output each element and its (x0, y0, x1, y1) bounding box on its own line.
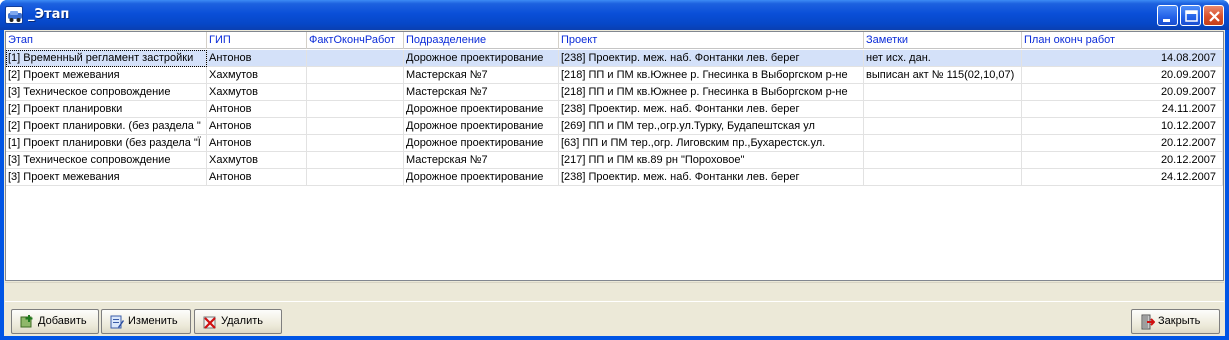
cell-gip[interactable]: Хахмутов (207, 84, 307, 101)
window-title: _Этап (28, 7, 70, 22)
cell-gip[interactable]: Антонов (207, 135, 307, 152)
cell-project[interactable]: [238] Проектир. меж. наб. Фонтанки лев. … (559, 50, 864, 67)
close-button[interactable]: Закрыть (1131, 309, 1220, 334)
cell-stage[interactable]: [2] Проект межевания (6, 67, 207, 84)
data-grid[interactable]: Этап ГИП ФактОкончРабот Подразделение Пр… (5, 31, 1224, 281)
cell-stage[interactable]: [2] Проект планировки (6, 101, 207, 118)
column-header-fact-end[interactable]: ФактОкончРабот (307, 32, 404, 49)
cell-notes[interactable] (864, 84, 1022, 101)
cell-plan-end[interactable]: 20.12.2007 (1022, 135, 1223, 152)
app-icon[interactable] (5, 6, 23, 24)
cell-gip[interactable]: Антонов (207, 118, 307, 135)
cell-department[interactable]: Мастерская №7 (404, 152, 559, 169)
cell-project[interactable]: [269] ПП и ПМ тер.,огр.ул.Турку, Будапеш… (559, 118, 864, 135)
cell-notes[interactable] (864, 101, 1022, 118)
cell-project[interactable]: [217] ПП и ПМ кв.89 рн "Пороховое" (559, 152, 864, 169)
cell-project[interactable]: [218] ПП и ПМ кв.Южнее р. Гнесинка в Выб… (559, 67, 864, 84)
window: _Этап Этап ГИП ФактОкончРабот Подразделе (0, 0, 1229, 340)
edit-record-icon (110, 315, 124, 329)
cell-project[interactable]: [238] Проектир. меж. наб. Фонтанки лев. … (559, 101, 864, 118)
cell-project[interactable]: [238] Проектир. меж. наб. Фонтанки лев. … (559, 169, 864, 186)
cell-stage[interactable]: [3] Проект межевания (6, 169, 207, 186)
cell-gip[interactable]: Антонов (207, 50, 307, 67)
column-header-stage[interactable]: Этап (6, 32, 207, 49)
cell-gip[interactable]: Хахмутов (207, 152, 307, 169)
cell-department[interactable]: Дорожное проектирование (404, 169, 559, 186)
delete-record-icon (203, 316, 216, 329)
table-row[interactable]: [3] Техническое сопровождение Хахмутов М… (6, 84, 1223, 101)
cell-project[interactable]: [63] ПП и ПМ тер.,огр. Лиговским пр.,Бух… (559, 135, 864, 152)
table-row[interactable]: [1] Проект планировки (без раздела "Ї Ан… (6, 135, 1223, 152)
cell-plan-end[interactable]: 20.12.2007 (1022, 152, 1223, 169)
cell-plan-end[interactable]: 14.08.2007 (1022, 50, 1223, 67)
edit-button[interactable]: Изменить (101, 309, 191, 334)
cell-gip[interactable]: Хахмутов (207, 67, 307, 84)
cell-department[interactable]: Мастерская №7 (404, 84, 559, 101)
cell-notes[interactable] (864, 169, 1022, 186)
cell-notes[interactable] (864, 152, 1022, 169)
cell-stage[interactable]: [3] Техническое сопровождение (6, 152, 207, 169)
cell-fact-end[interactable] (307, 169, 404, 186)
cell-department[interactable]: Дорожное проектирование (404, 135, 559, 152)
add-button[interactable]: Добавить (11, 309, 99, 334)
cell-fact-end[interactable] (307, 50, 404, 67)
cell-department[interactable]: Дорожное проектирование (404, 118, 559, 135)
cell-fact-end[interactable] (307, 152, 404, 169)
cell-fact-end[interactable] (307, 118, 404, 135)
cell-project[interactable]: [218] ПП и ПМ кв.Южнее р. Гнесинка в Выб… (559, 84, 864, 101)
cell-plan-end[interactable]: 24.12.2007 (1022, 169, 1223, 186)
cell-stage[interactable]: [3] Техническое сопровождение (6, 84, 207, 101)
cell-fact-end[interactable] (307, 84, 404, 101)
cell-fact-end[interactable] (307, 67, 404, 84)
title-bar[interactable]: _Этап (0, 0, 1229, 30)
column-header-department[interactable]: Подразделение (404, 32, 559, 49)
cell-department[interactable]: Дорожное проектирование (404, 50, 559, 67)
column-header-plan-end[interactable]: План оконч работ (1022, 32, 1223, 49)
column-header-project[interactable]: Проект (559, 32, 864, 49)
column-header-notes[interactable]: Заметки (864, 32, 1022, 49)
grid-header: Этап ГИП ФактОкончРабот Подразделение Пр… (6, 32, 1223, 49)
cell-fact-end[interactable] (307, 101, 404, 118)
cell-notes[interactable] (864, 135, 1022, 152)
cell-plan-end[interactable]: 10.12.2007 (1022, 118, 1223, 135)
exit-door-icon (1141, 314, 1155, 330)
table-row[interactable]: [2] Проект межевания Хахмутов Мастерская… (6, 67, 1223, 84)
cell-department[interactable]: Мастерская №7 (404, 67, 559, 84)
add-button-label: Добавить (38, 315, 87, 327)
edit-button-label: Изменить (128, 315, 178, 327)
cell-gip[interactable]: Антонов (207, 101, 307, 118)
minimize-icon (1163, 19, 1170, 22)
cell-stage[interactable]: [2] Проект планировки. (без раздела " (6, 118, 207, 135)
delete-button[interactable]: Удалить (194, 309, 282, 334)
table-row[interactable]: [2] Проект планировки. (без раздела " Ан… (6, 118, 1223, 135)
close-icon (1209, 11, 1220, 22)
table-row[interactable]: [3] Проект межевания Антонов Дорожное пр… (6, 169, 1223, 186)
table-row[interactable]: [1] Временный регламент застройки Антоно… (6, 50, 1223, 67)
cell-plan-end[interactable]: 20.09.2007 (1022, 84, 1223, 101)
cell-stage[interactable]: [1] Временный регламент застройки (6, 50, 207, 67)
cell-notes[interactable]: нет исх. дан. (864, 50, 1022, 67)
delete-button-label: Удалить (221, 315, 263, 327)
column-header-gip[interactable]: ГИП (207, 32, 307, 49)
close-button-label: Закрыть (1158, 315, 1201, 327)
cell-stage[interactable]: [1] Проект планировки (без раздела "Ї (6, 135, 207, 152)
cell-fact-end[interactable] (307, 135, 404, 152)
cell-plan-end[interactable]: 20.09.2007 (1022, 67, 1223, 84)
close-window-button[interactable] (1203, 5, 1224, 26)
maximize-button[interactable] (1180, 5, 1201, 26)
cell-department[interactable]: Дорожное проектирование (404, 101, 559, 118)
cell-plan-end[interactable]: 24.11.2007 (1022, 101, 1223, 118)
window-body: Этап ГИП ФактОкончРабот Подразделение Пр… (4, 30, 1225, 336)
cell-notes[interactable] (864, 118, 1022, 135)
status-strip (5, 282, 1224, 302)
table-row[interactable]: [3] Техническое сопровождение Хахмутов М… (6, 152, 1223, 169)
add-record-icon (20, 315, 33, 328)
minimize-button[interactable] (1157, 5, 1178, 26)
maximize-icon (1185, 10, 1198, 22)
cell-gip[interactable]: Антонов (207, 169, 307, 186)
table-row[interactable]: [2] Проект планировки Антонов Дорожное п… (6, 101, 1223, 118)
cell-notes[interactable]: выписан акт № 115(02,10,07) (864, 67, 1022, 84)
